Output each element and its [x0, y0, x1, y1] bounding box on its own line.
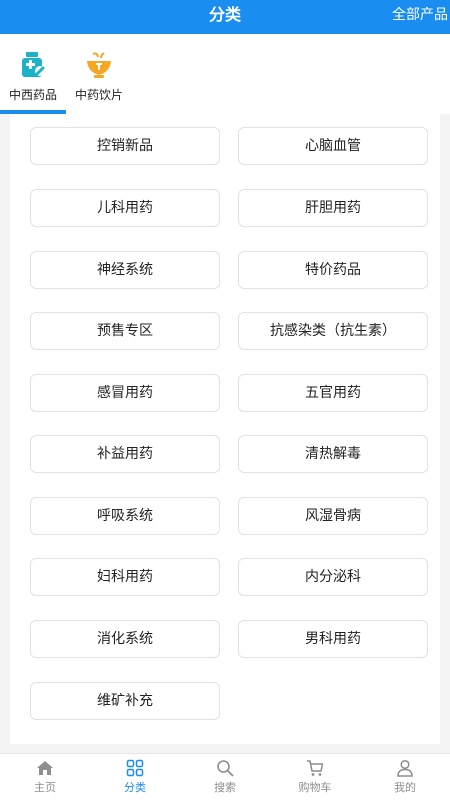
category-button[interactable]: 感冒用药: [30, 374, 220, 412]
herb-bowl-icon: [87, 52, 111, 78]
category-button[interactable]: 心脑血管: [238, 127, 428, 165]
category-grid: 控销新品 心脑血管 儿科用药 肝胆用药 神经系统 特价药品 预售专区 抗感染类（…: [10, 114, 440, 744]
category-button[interactable]: 预售专区: [30, 312, 220, 350]
category-button[interactable]: 清热解毒: [238, 435, 428, 473]
search-icon: [217, 760, 234, 777]
category-tabs: 中西药品 中药饮片: [0, 34, 450, 114]
home-icon: [37, 761, 53, 775]
nav-label: 搜索: [214, 781, 236, 794]
category-button[interactable]: 补益用药: [30, 435, 220, 473]
nav-search[interactable]: 搜索: [180, 754, 270, 800]
medicine-bottle-icon: [22, 52, 45, 77]
tab-label: 中药饮片: [74, 88, 123, 102]
category-button[interactable]: 肝胆用药: [238, 189, 428, 227]
cart-icon: [307, 760, 324, 776]
all-products-link[interactable]: 全部产品: [392, 0, 448, 34]
category-button[interactable]: 神经系统: [30, 251, 220, 289]
nav-cart[interactable]: 购物车: [270, 754, 360, 800]
nav-category[interactable]: 分类: [90, 754, 180, 800]
nav-profile[interactable]: 我的: [360, 754, 450, 800]
category-button[interactable]: 内分泌科: [238, 558, 428, 596]
category-button[interactable]: 特价药品: [238, 251, 428, 289]
nav-label: 购物车: [298, 781, 332, 794]
bottom-navigation: 主页 分类 搜索 购物车 我的: [0, 753, 450, 800]
nav-label: 我的: [394, 781, 416, 794]
category-button[interactable]: 抗感染类（抗生素）: [238, 312, 428, 350]
category-button[interactable]: 妇科用药: [30, 558, 220, 596]
category-button[interactable]: 风湿骨病: [238, 497, 428, 535]
page-title: 分类: [208, 5, 241, 24]
app-header: 分类 全部产品: [0, 0, 450, 34]
tab-herbal-pieces[interactable]: 中药饮片: [66, 34, 132, 114]
grid-icon: [126, 759, 144, 777]
category-button[interactable]: 儿科用药: [30, 189, 220, 227]
user-icon: [397, 759, 413, 777]
category-button[interactable]: 消化系统: [30, 620, 220, 658]
nav-home[interactable]: 主页: [0, 754, 90, 800]
category-button[interactable]: 维矿补充: [30, 682, 220, 720]
nav-label: 分类: [124, 781, 146, 794]
category-button[interactable]: 男科用药: [238, 620, 428, 658]
category-button[interactable]: 控销新品: [30, 127, 220, 165]
category-button[interactable]: 呼吸系统: [30, 497, 220, 535]
tab-western-medicine[interactable]: 中西药品: [0, 34, 66, 114]
category-button[interactable]: 五官用药: [238, 374, 428, 412]
nav-label: 主页: [34, 781, 56, 794]
tab-label: 中西药品: [8, 88, 57, 102]
